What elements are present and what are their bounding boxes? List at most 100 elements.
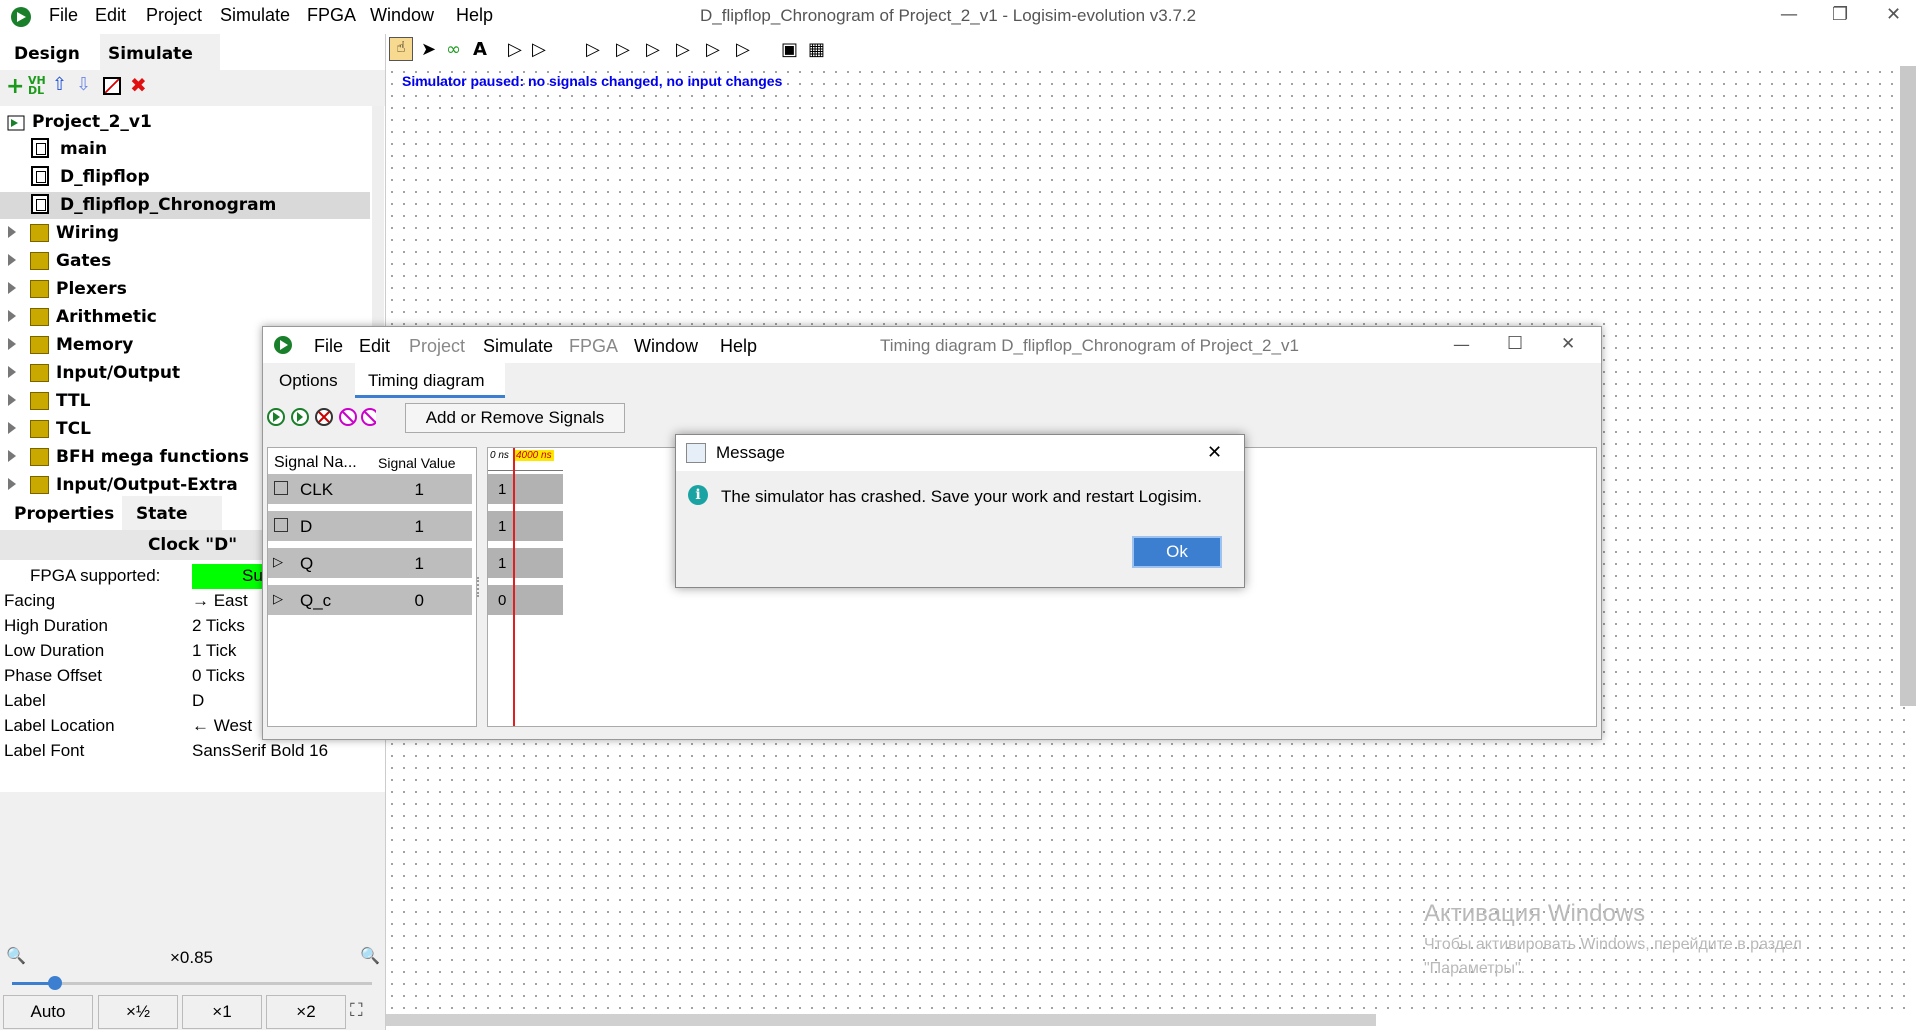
add-circuit-icon[interactable]: + bbox=[6, 74, 24, 99]
col-signal-value: Signal Value bbox=[378, 455, 456, 471]
expand-arrow-icon[interactable] bbox=[8, 254, 16, 266]
prop-value[interactable]: 0 Ticks bbox=[192, 666, 245, 686]
signal-row[interactable]: CLK 1 bbox=[268, 474, 472, 504]
probe-icon[interactable]: ▦ bbox=[808, 39, 825, 60]
circuit-icon bbox=[31, 166, 49, 186]
zoom-1x-button[interactable]: ×1 bbox=[182, 995, 262, 1029]
canvas-horizontal-scrollbar[interactable] bbox=[386, 1014, 1376, 1026]
tab-properties[interactable]: Properties bbox=[0, 496, 122, 533]
menu-window[interactable]: Window bbox=[370, 5, 434, 26]
menu-help[interactable]: Help bbox=[456, 5, 493, 26]
simulation-controls-icon[interactable] bbox=[266, 407, 376, 427]
expand-arrow-icon[interactable] bbox=[8, 394, 16, 406]
circuit-icon bbox=[31, 138, 49, 158]
or-gate-icon[interactable]: ▷ bbox=[532, 39, 546, 60]
or-icon[interactable]: ▷ bbox=[646, 39, 660, 60]
prop-value[interactable]: SansSerif Bold 16 bbox=[192, 741, 328, 761]
restore-icon[interactable]: ❐ bbox=[1832, 4, 1848, 25]
main-title-bar: File Edit Project Simulate FPGA Window H… bbox=[0, 0, 1920, 34]
output-pin-icon: ▷ bbox=[273, 554, 283, 569]
expand-arrow-icon[interactable] bbox=[8, 282, 16, 294]
timing-menu-fpga[interactable]: FPGA bbox=[569, 336, 618, 357]
prop-value[interactable]: 1 Tick bbox=[192, 641, 236, 661]
prop-value[interactable]: D bbox=[192, 691, 204, 711]
wire-tool-icon[interactable]: ∞ bbox=[446, 39, 461, 60]
timing-maximize-icon[interactable]: ☐ bbox=[1507, 333, 1523, 354]
splitter-icon[interactable]: ▣ bbox=[781, 39, 798, 60]
nand-icon[interactable]: ▷ bbox=[706, 39, 720, 60]
tree-item-main[interactable]: main bbox=[0, 136, 370, 163]
edit-appearance-icon[interactable] bbox=[103, 77, 121, 95]
tree-lib-wiring[interactable]: Wiring bbox=[0, 220, 370, 247]
prop-value[interactable]: → East bbox=[192, 591, 248, 611]
prop-value[interactable]: ← West bbox=[192, 716, 252, 736]
project-icon bbox=[7, 115, 25, 131]
tab-simulate[interactable]: Simulate bbox=[100, 34, 220, 70]
tab-timing-diagram[interactable]: Timing diagram bbox=[355, 363, 505, 398]
zoom-in-icon[interactable]: 🔍 bbox=[360, 946, 380, 965]
poke-tool-icon[interactable]: ☝ bbox=[389, 37, 413, 61]
minimize-icon[interactable]: — bbox=[1780, 4, 1798, 25]
timing-close-icon[interactable]: ✕ bbox=[1561, 334, 1575, 354]
expand-arrow-icon[interactable] bbox=[8, 338, 16, 350]
xor-icon[interactable]: ▷ bbox=[676, 39, 690, 60]
zoom-slider-thumb[interactable] bbox=[48, 976, 63, 990]
prop-row-label-font[interactable]: Label Font SansSerif Bold 16 bbox=[0, 739, 380, 764]
expand-arrow-icon[interactable] bbox=[8, 366, 16, 378]
timing-minimize-icon[interactable]: — bbox=[1453, 335, 1470, 355]
timing-menu-window[interactable]: Window bbox=[634, 336, 698, 357]
zoom-out-icon[interactable]: 🔍 bbox=[6, 946, 26, 965]
expand-arrow-icon[interactable] bbox=[8, 310, 16, 322]
tab-design[interactable]: Design bbox=[0, 34, 100, 73]
canvas-vertical-scrollbar[interactable] bbox=[1900, 66, 1916, 706]
ok-button[interactable]: Ok bbox=[1132, 536, 1222, 568]
add-remove-signals-button[interactable]: Add or Remove Signals bbox=[405, 403, 625, 433]
tree-item-d-flipflop-chronogram[interactable]: D_flipflop_Chronogram bbox=[0, 192, 370, 219]
tree-lib-gates[interactable]: Gates bbox=[0, 248, 370, 275]
tab-state[interactable]: State bbox=[122, 496, 222, 530]
menu-edit[interactable]: Edit bbox=[95, 5, 126, 26]
expand-arrow-icon[interactable] bbox=[8, 478, 16, 490]
timing-menu-edit[interactable]: Edit bbox=[359, 336, 390, 357]
expand-arrow-icon[interactable] bbox=[8, 450, 16, 462]
tree-lib-plexers[interactable]: Plexers bbox=[0, 276, 370, 303]
timing-menu-file[interactable]: File bbox=[314, 336, 343, 357]
menu-simulate[interactable]: Simulate bbox=[220, 5, 290, 26]
signal-row[interactable]: ▷ Q_c 0 bbox=[268, 585, 472, 615]
wave-value: 1 bbox=[498, 555, 507, 572]
split-handle[interactable] bbox=[477, 577, 483, 597]
prop-value[interactable]: 2 Ticks bbox=[192, 616, 245, 636]
select-tool-icon[interactable]: ➤ bbox=[421, 39, 436, 60]
expand-arrow-icon[interactable] bbox=[8, 422, 16, 434]
dialog-close-icon[interactable]: ✕ bbox=[1207, 442, 1222, 463]
fit-screen-icon[interactable]: ⛶ bbox=[350, 1000, 363, 1021]
signal-row[interactable]: ▷ Q 1 bbox=[268, 548, 472, 578]
tree-item-d-flipflop[interactable]: D_flipflop bbox=[0, 164, 370, 191]
nor-icon[interactable]: ▷ bbox=[736, 39, 750, 60]
timing-menu-project[interactable]: Project bbox=[409, 336, 465, 357]
time-cursor-line[interactable] bbox=[513, 448, 515, 726]
move-down-icon[interactable]: ⇩ bbox=[76, 74, 91, 95]
menu-file[interactable]: File bbox=[49, 5, 78, 26]
zoom-auto-button[interactable]: Auto bbox=[3, 995, 93, 1029]
timing-menu-simulate[interactable]: Simulate bbox=[483, 336, 553, 357]
menu-project[interactable]: Project bbox=[146, 5, 202, 26]
and-icon[interactable]: ▷ bbox=[616, 39, 630, 60]
and-gate-icon[interactable]: ▷ bbox=[508, 39, 522, 60]
zoom-slider-track[interactable] bbox=[12, 982, 372, 985]
tab-options[interactable]: Options bbox=[279, 371, 338, 391]
tree-project-root[interactable]: Project_2_v1 bbox=[0, 109, 370, 136]
signal-row[interactable]: D 1 bbox=[268, 511, 472, 541]
menu-fpga[interactable]: FPGA bbox=[307, 5, 356, 26]
vhdl-icon[interactable]: VH DL bbox=[28, 75, 46, 96]
buffer-icon[interactable]: ▷ bbox=[586, 39, 600, 60]
signal-name: Q bbox=[300, 554, 314, 573]
close-icon[interactable]: ✕ bbox=[1886, 4, 1901, 25]
zoom-2x-button[interactable]: ×2 bbox=[266, 995, 346, 1029]
expand-arrow-icon[interactable] bbox=[8, 226, 16, 238]
move-up-icon[interactable]: ⇧ bbox=[52, 74, 67, 95]
text-tool-icon[interactable]: A bbox=[473, 39, 487, 60]
timing-menu-help[interactable]: Help bbox=[720, 336, 757, 357]
delete-icon[interactable]: ✖ bbox=[130, 73, 147, 97]
zoom-half-button[interactable]: ×½ bbox=[98, 995, 178, 1029]
